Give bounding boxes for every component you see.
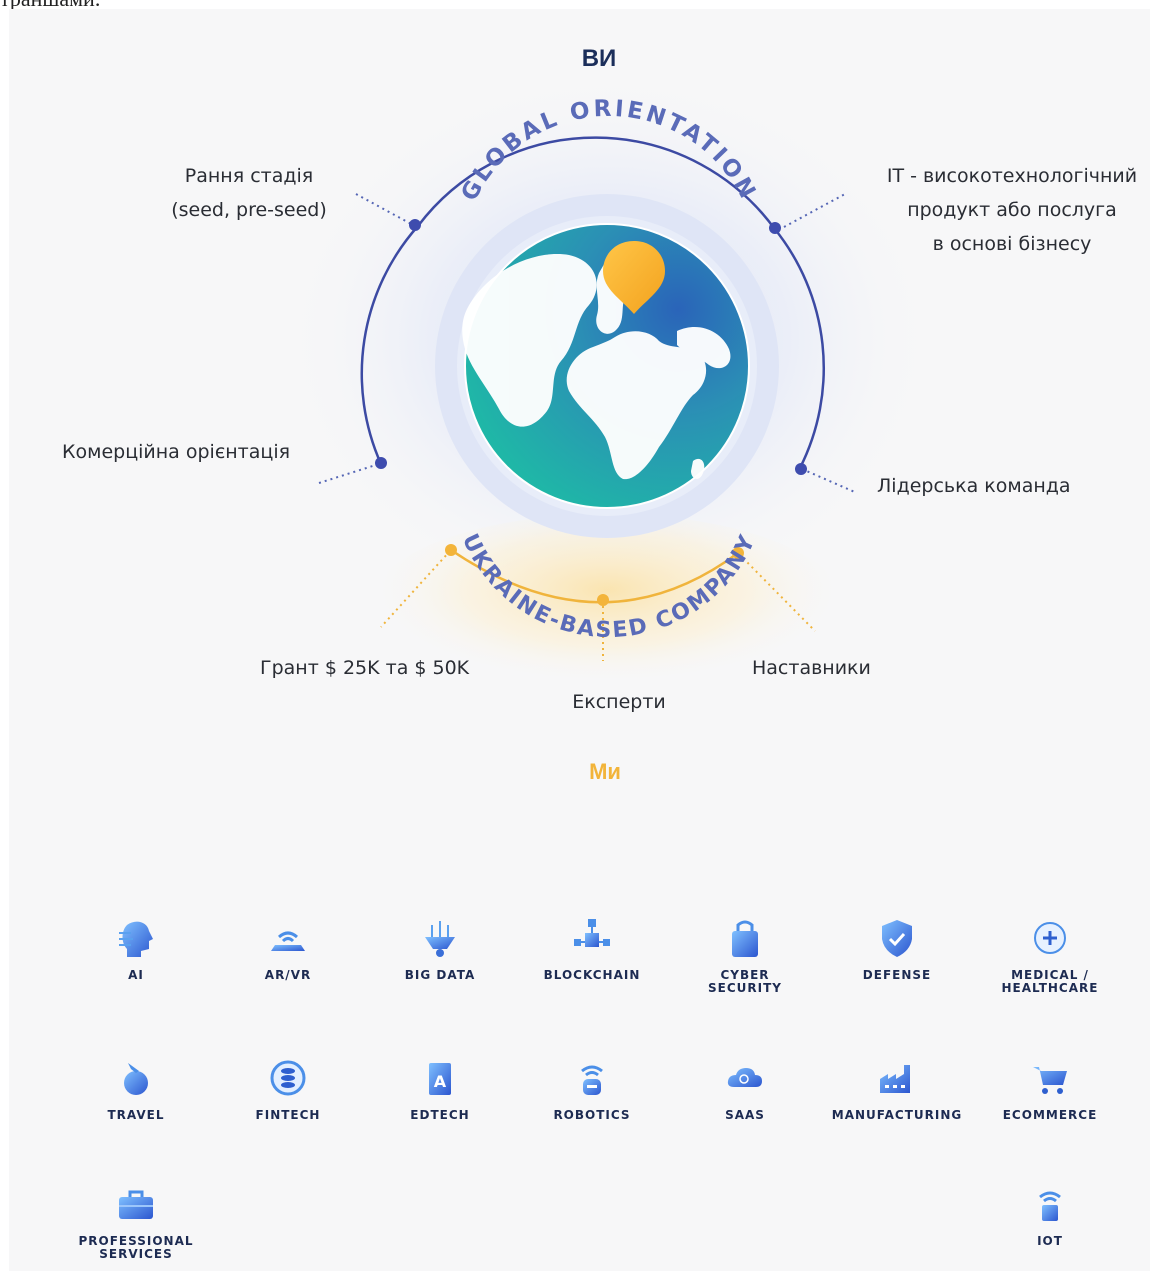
- big-data-icon: [425, 921, 455, 957]
- criterion-it-product: IT - високотехнологічний продукт або пос…: [886, 165, 1138, 255]
- industry-item: BIG DATA: [365, 915, 515, 982]
- industry-item: FINTECH: [213, 1055, 363, 1122]
- medical-plus-icon: [1034, 922, 1066, 954]
- criterion-early-stage: Рання стадія (seed, pre-seed): [171, 165, 327, 221]
- you-title: ВИ: [581, 45, 617, 72]
- cloud-icon: [727, 1068, 762, 1087]
- offer-experts: Експерти: [572, 691, 666, 713]
- criteria-dot-it: [769, 222, 781, 234]
- criteria-dot-commercial: [375, 457, 387, 469]
- iot-icon: [1039, 1191, 1061, 1221]
- industry-label: ROBOTICS: [553, 1108, 631, 1122]
- industry-item: MEDICAL / HEALTHCARE: [975, 915, 1125, 995]
- industry-item: ROBOTICS: [517, 1055, 667, 1122]
- offer-grant: Грант $ 25K та $ 50K: [260, 657, 470, 679]
- industry-label: PROFESSIONAL SERVICES: [78, 1234, 194, 1261]
- industry-label: ECOMMERCE: [1002, 1108, 1098, 1122]
- industry-label: DEFENSE: [862, 968, 932, 982]
- criterion-commercial: Комерційна орієнтація: [62, 441, 291, 463]
- industry-label: CYBER SECURITY: [708, 968, 782, 995]
- industry-item: ECOMMERCE: [975, 1055, 1125, 1122]
- blockchain-icon: [574, 919, 610, 947]
- industry-label: AI: [128, 968, 144, 982]
- industry-label: SAAS: [725, 1108, 765, 1122]
- offer-mentors: Наставники: [752, 657, 871, 679]
- industry-item: A EDTECH: [365, 1055, 515, 1122]
- industry-item: BLOCKCHAIN: [517, 915, 667, 982]
- industry-label: AR/VR: [264, 968, 312, 982]
- eligibility-infographic: GLOBAL ORIENTATION UKRAINE-BASED COMPANY…: [9, 9, 1150, 1271]
- industry-item: CYBER SECURITY: [670, 915, 820, 995]
- we-title: Ми: [589, 759, 621, 784]
- lock-icon: [732, 920, 758, 957]
- offer-dot-experts: [597, 594, 609, 606]
- industry-item: PROFESSIONAL SERVICES: [61, 1181, 211, 1261]
- industry-item: AR/VR: [213, 915, 363, 982]
- criterion-leadership: Лідерська команда: [877, 475, 1071, 497]
- industry-item: SAAS: [670, 1055, 820, 1122]
- industry-label: BIG DATA: [404, 968, 476, 982]
- industry-label: MEDICAL / HEALTHCARE: [1001, 968, 1099, 995]
- svg-text:A: A: [434, 1072, 447, 1091]
- industry-label: EDTECH: [410, 1108, 470, 1122]
- criteria-dot-leader: [795, 463, 807, 475]
- criteria-dot-early: [409, 219, 421, 231]
- industry-label: MANUFACTURING: [831, 1108, 963, 1122]
- industry-label: BLOCKCHAIN: [543, 968, 641, 982]
- industry-item: IOT: [975, 1181, 1125, 1248]
- cart-icon: [1033, 1067, 1067, 1094]
- industry-item: TRAVEL: [61, 1055, 211, 1122]
- factory-icon: [880, 1065, 910, 1093]
- coins-icon: [270, 1060, 306, 1096]
- industry-item: AI: [61, 915, 211, 982]
- robot-icon: [581, 1065, 603, 1095]
- industry-item: MANUFACTURING: [822, 1055, 972, 1122]
- ai-head-icon: [119, 921, 153, 957]
- shield-icon: [882, 920, 912, 957]
- industry-item: DEFENSE: [822, 915, 972, 982]
- travel-icon: [124, 1063, 148, 1095]
- edtech-book-icon: A: [429, 1063, 451, 1095]
- industry-label: TRAVEL: [107, 1108, 165, 1122]
- offer-dot-grant: [445, 544, 457, 556]
- industry-label: IOT: [1037, 1234, 1063, 1248]
- briefcase-icon: [119, 1190, 153, 1219]
- criteria-diagram: GLOBAL ORIENTATION UKRAINE-BASED COMPANY: [279, 69, 939, 704]
- ar-vr-icon: [271, 931, 305, 951]
- industry-label: FINTECH: [255, 1108, 321, 1122]
